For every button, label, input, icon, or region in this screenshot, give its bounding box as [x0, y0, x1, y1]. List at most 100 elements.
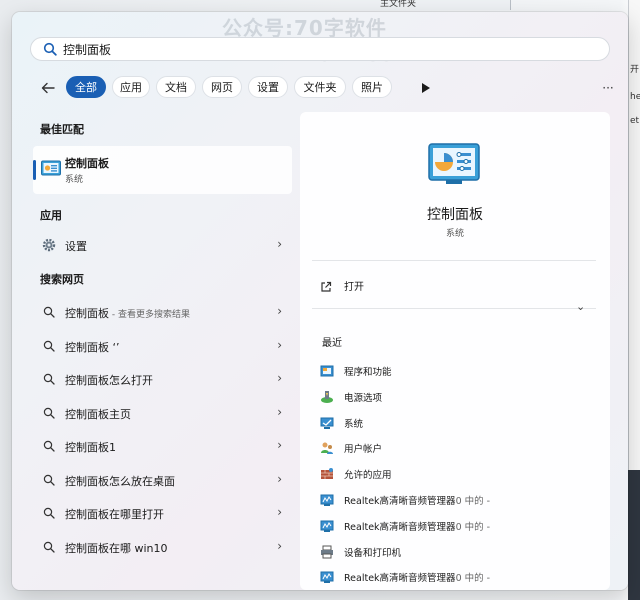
web-search-text: 控制面板怎么放在桌面 [65, 474, 175, 488]
background-window-text: 主文件夹 [380, 0, 417, 9]
search-icon [42, 305, 56, 319]
recent-item-text: Realtek高清晰音频管理器 [344, 573, 456, 585]
web-search-hint: - 查看更多搜索结果 [109, 310, 190, 320]
recent-item-text: 允许的应用 [344, 470, 392, 482]
recent-item-text: Realtek高清晰音频管理器 [344, 496, 456, 507]
background-dark-area [628, 470, 640, 600]
control-panel-icon [41, 160, 61, 182]
control-panel-large-icon [428, 142, 480, 190]
chevron-right-icon[interactable]: › [277, 304, 282, 318]
apps-heading: 应用 [40, 209, 62, 222]
recent-item-text: 用户帐户 [344, 444, 383, 456]
web-search-label: 控制面板在哪里打开 [65, 506, 164, 522]
recent-item-text: 系统 [344, 418, 364, 430]
web-search-text: 控制面板 ‘’ [65, 340, 120, 354]
chevron-right-icon[interactable]: › [277, 472, 282, 486]
chevron-right-icon[interactable]: › [277, 338, 282, 352]
search-input[interactable]: 控制面板 [30, 37, 610, 61]
web-search-result[interactable]: 控制面板在哪 win10 › [33, 534, 292, 560]
recent-item-label: 设备和打印机 [344, 545, 401, 559]
chevron-right-icon[interactable]: › [277, 539, 282, 553]
devices-printers-icon [320, 544, 334, 559]
filter-bar: 全部 应用 文档 网页 设置 文件夹 照片 ··· [36, 76, 616, 100]
filter-all[interactable]: 全部 [66, 76, 106, 98]
web-search-result[interactable]: 控制面板1 › [33, 433, 292, 459]
filter-folders[interactable]: 文件夹 [294, 76, 346, 98]
recent-heading: 最近 [322, 338, 342, 349]
recent-item[interactable]: 允许的应用 [320, 463, 600, 485]
web-search-label: 控制面板怎么打开 [65, 372, 153, 388]
back-arrow-icon [41, 82, 55, 94]
web-search-text: 控制面板 [65, 307, 109, 320]
recent-item[interactable]: Realtek高清晰音频管理器0 中的 - [320, 566, 600, 588]
web-search-heading: 搜索网页 [40, 273, 84, 286]
web-search-text: 控制面板在哪里打开 [65, 508, 164, 521]
web-search-text: 控制面板1 [65, 441, 116, 454]
best-match-result[interactable]: 控制面板 系统 [33, 146, 292, 194]
recent-item-text: 电源选项 [344, 392, 383, 404]
web-search-result[interactable]: 控制面板在哪里打开 › [33, 500, 292, 526]
best-match-title: 控制面板 [65, 157, 109, 170]
recent-item-label: 系统 [344, 416, 363, 430]
open-label: 打开 [344, 282, 364, 293]
programs-icon [320, 363, 334, 377]
chevron-right-icon[interactable]: › [277, 405, 282, 419]
web-search-result[interactable]: 控制面板 - 查看更多搜索结果 › [33, 299, 292, 325]
filter-apps[interactable]: 应用 [112, 76, 150, 98]
web-search-label: 控制面板1 [65, 439, 116, 455]
web-search-text: 控制面板怎么打开 [65, 374, 153, 387]
firewall-icon [320, 466, 334, 480]
chevron-right-icon[interactable]: › [277, 237, 282, 251]
web-search-result[interactable]: 控制面板 ‘’ › [33, 333, 292, 359]
search-icon [42, 506, 56, 520]
search-icon [42, 473, 56, 487]
web-search-result[interactable]: 控制面板怎么打开 › [33, 366, 292, 392]
chevron-down-icon[interactable]: ⌄ [576, 300, 585, 313]
search-flyout: 公众号:70字软件 www.70zi.com 控制面板 全部 应用 文档 网页 … [12, 12, 628, 590]
gear-icon [42, 238, 56, 252]
search-query: 控制面板 [63, 42, 112, 57]
more-filters-play-icon[interactable] [414, 76, 438, 100]
audio-manager-icon [320, 569, 334, 584]
filter-photos[interactable]: 照片 [352, 76, 392, 98]
audio-manager-icon [320, 492, 334, 506]
divider [312, 308, 596, 309]
background-window-strip: 主文件夹 [340, 0, 511, 10]
detail-title: 控制面板 [427, 207, 483, 223]
recent-item[interactable]: 电源选项 [320, 386, 600, 408]
filter-web[interactable]: 网页 [202, 76, 242, 98]
recent-item-label: Realtek高清晰音频管理器0 中的 - [344, 493, 490, 507]
open-action[interactable]: 打开 [312, 274, 596, 296]
chevron-right-icon[interactable]: › [277, 438, 282, 452]
web-search-text: 控制面板主页 [65, 407, 131, 421]
search-icon [42, 339, 56, 353]
open-external-icon [320, 278, 332, 297]
filter-documents[interactable]: 文档 [156, 76, 196, 98]
web-search-result[interactable]: 控制面板主页 › [33, 400, 292, 426]
web-search-result[interactable]: 控制面板怎么放在桌面 › [33, 467, 292, 493]
search-icon [42, 372, 56, 386]
recent-item[interactable]: 用户帐户 [320, 437, 600, 459]
recent-item-text: Realtek高清晰音频管理器 [344, 521, 456, 533]
back-button[interactable] [36, 76, 60, 100]
recent-item[interactable]: 设备和打印机 [320, 541, 600, 563]
chevron-right-icon[interactable]: › [277, 371, 282, 385]
app-result-settings[interactable]: 设置 › [33, 232, 292, 258]
background-right-text-1: 开 [630, 65, 640, 75]
app-result-label: 设置 [65, 240, 87, 253]
recent-item-label: 用户帐户 [344, 441, 382, 455]
recent-item[interactable]: Realtek高清晰音频管理器0 中的 - [320, 515, 600, 537]
search-icon [42, 406, 56, 420]
recent-item[interactable]: 系统 [320, 412, 600, 434]
web-search-label: 控制面板主页 [65, 406, 131, 422]
recent-item-label: 允许的应用 [344, 467, 392, 481]
recent-item[interactable]: 程序和功能 [320, 360, 600, 382]
web-search-label: 控制面板怎么放在桌面 [65, 473, 175, 489]
recent-item-hint: 0 中的 - [455, 573, 491, 585]
recent-item[interactable]: Realtek高清晰音频管理器0 中的 - [320, 489, 600, 511]
filter-settings[interactable]: 设置 [248, 76, 288, 98]
web-search-label: 控制面板 ‘’ [65, 339, 120, 355]
detail-panel: 控制面板 系统 打开 ⌄ 最近 程序和功能 电源选项 系统 用户帐户 允许的应用 Real… [300, 112, 610, 590]
chevron-right-icon[interactable]: › [277, 505, 282, 519]
more-options-button[interactable]: ··· [596, 76, 620, 100]
